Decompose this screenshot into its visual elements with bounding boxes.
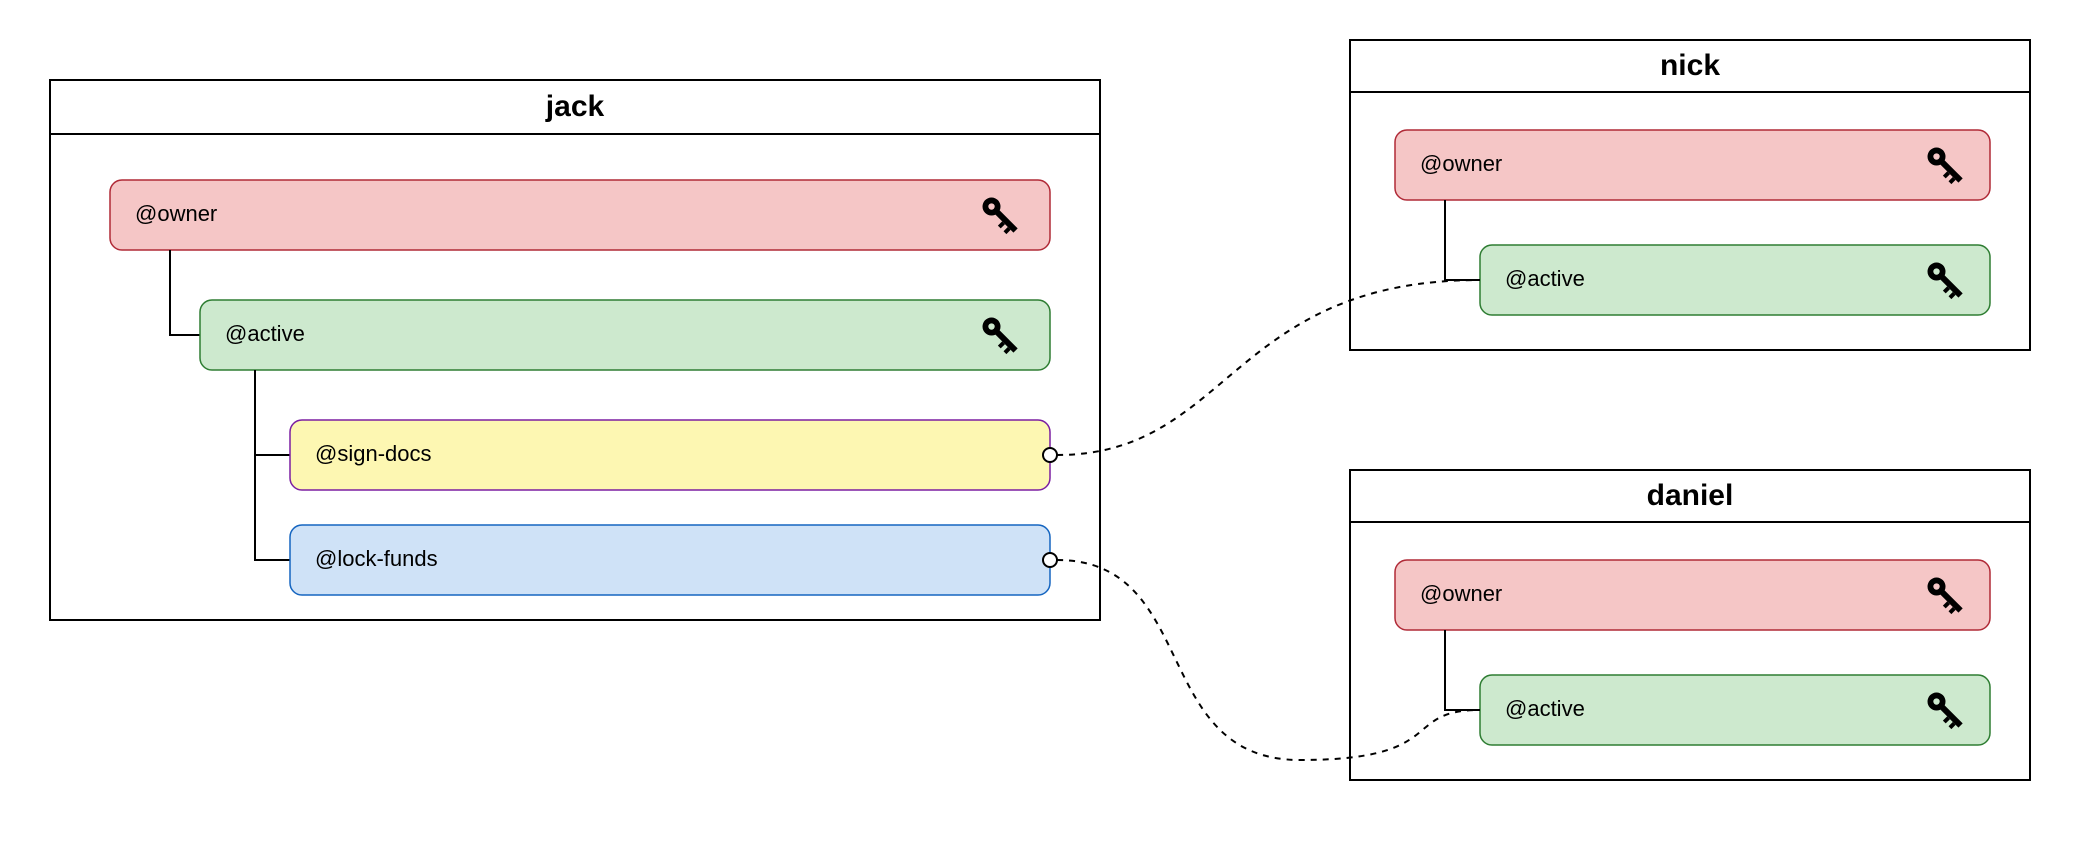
account-box-daniel: daniel @owner @active: [1350, 470, 2030, 780]
perm-daniel-active: @active: [1480, 675, 1990, 745]
account-title-jack: jack: [545, 90, 605, 123]
perm-nick-active: @active: [1480, 245, 1990, 315]
link-endpoint: [1043, 553, 1057, 567]
perm-label: @active: [1505, 266, 1585, 291]
perm-label: @lock-funds: [315, 546, 438, 571]
perm-nick-owner: @owner: [1395, 130, 1990, 200]
perm-label: @active: [1505, 696, 1585, 721]
link-endpoint: [1043, 448, 1057, 462]
perm-label: @owner: [1420, 581, 1502, 606]
perm-label: @active: [225, 321, 305, 346]
perm-jack-lock-funds: @lock-funds: [290, 525, 1057, 595]
perm-label: @owner: [135, 201, 217, 226]
perm-jack-owner: @owner: [110, 180, 1050, 250]
perm-daniel-owner: @owner: [1395, 560, 1990, 630]
perm-label: @owner: [1420, 151, 1502, 176]
account-title-daniel: daniel: [1647, 479, 1734, 512]
account-title-nick: nick: [1660, 49, 1720, 82]
perm-jack-sign-docs: @sign-docs: [290, 420, 1057, 490]
perm-label: @sign-docs: [315, 441, 432, 466]
account-box-nick: nick @owner @active: [1350, 40, 2030, 350]
perm-jack-active: @active: [200, 300, 1050, 370]
account-box-jack: jack @owner @active @sign-docs @lock: [50, 80, 1100, 620]
